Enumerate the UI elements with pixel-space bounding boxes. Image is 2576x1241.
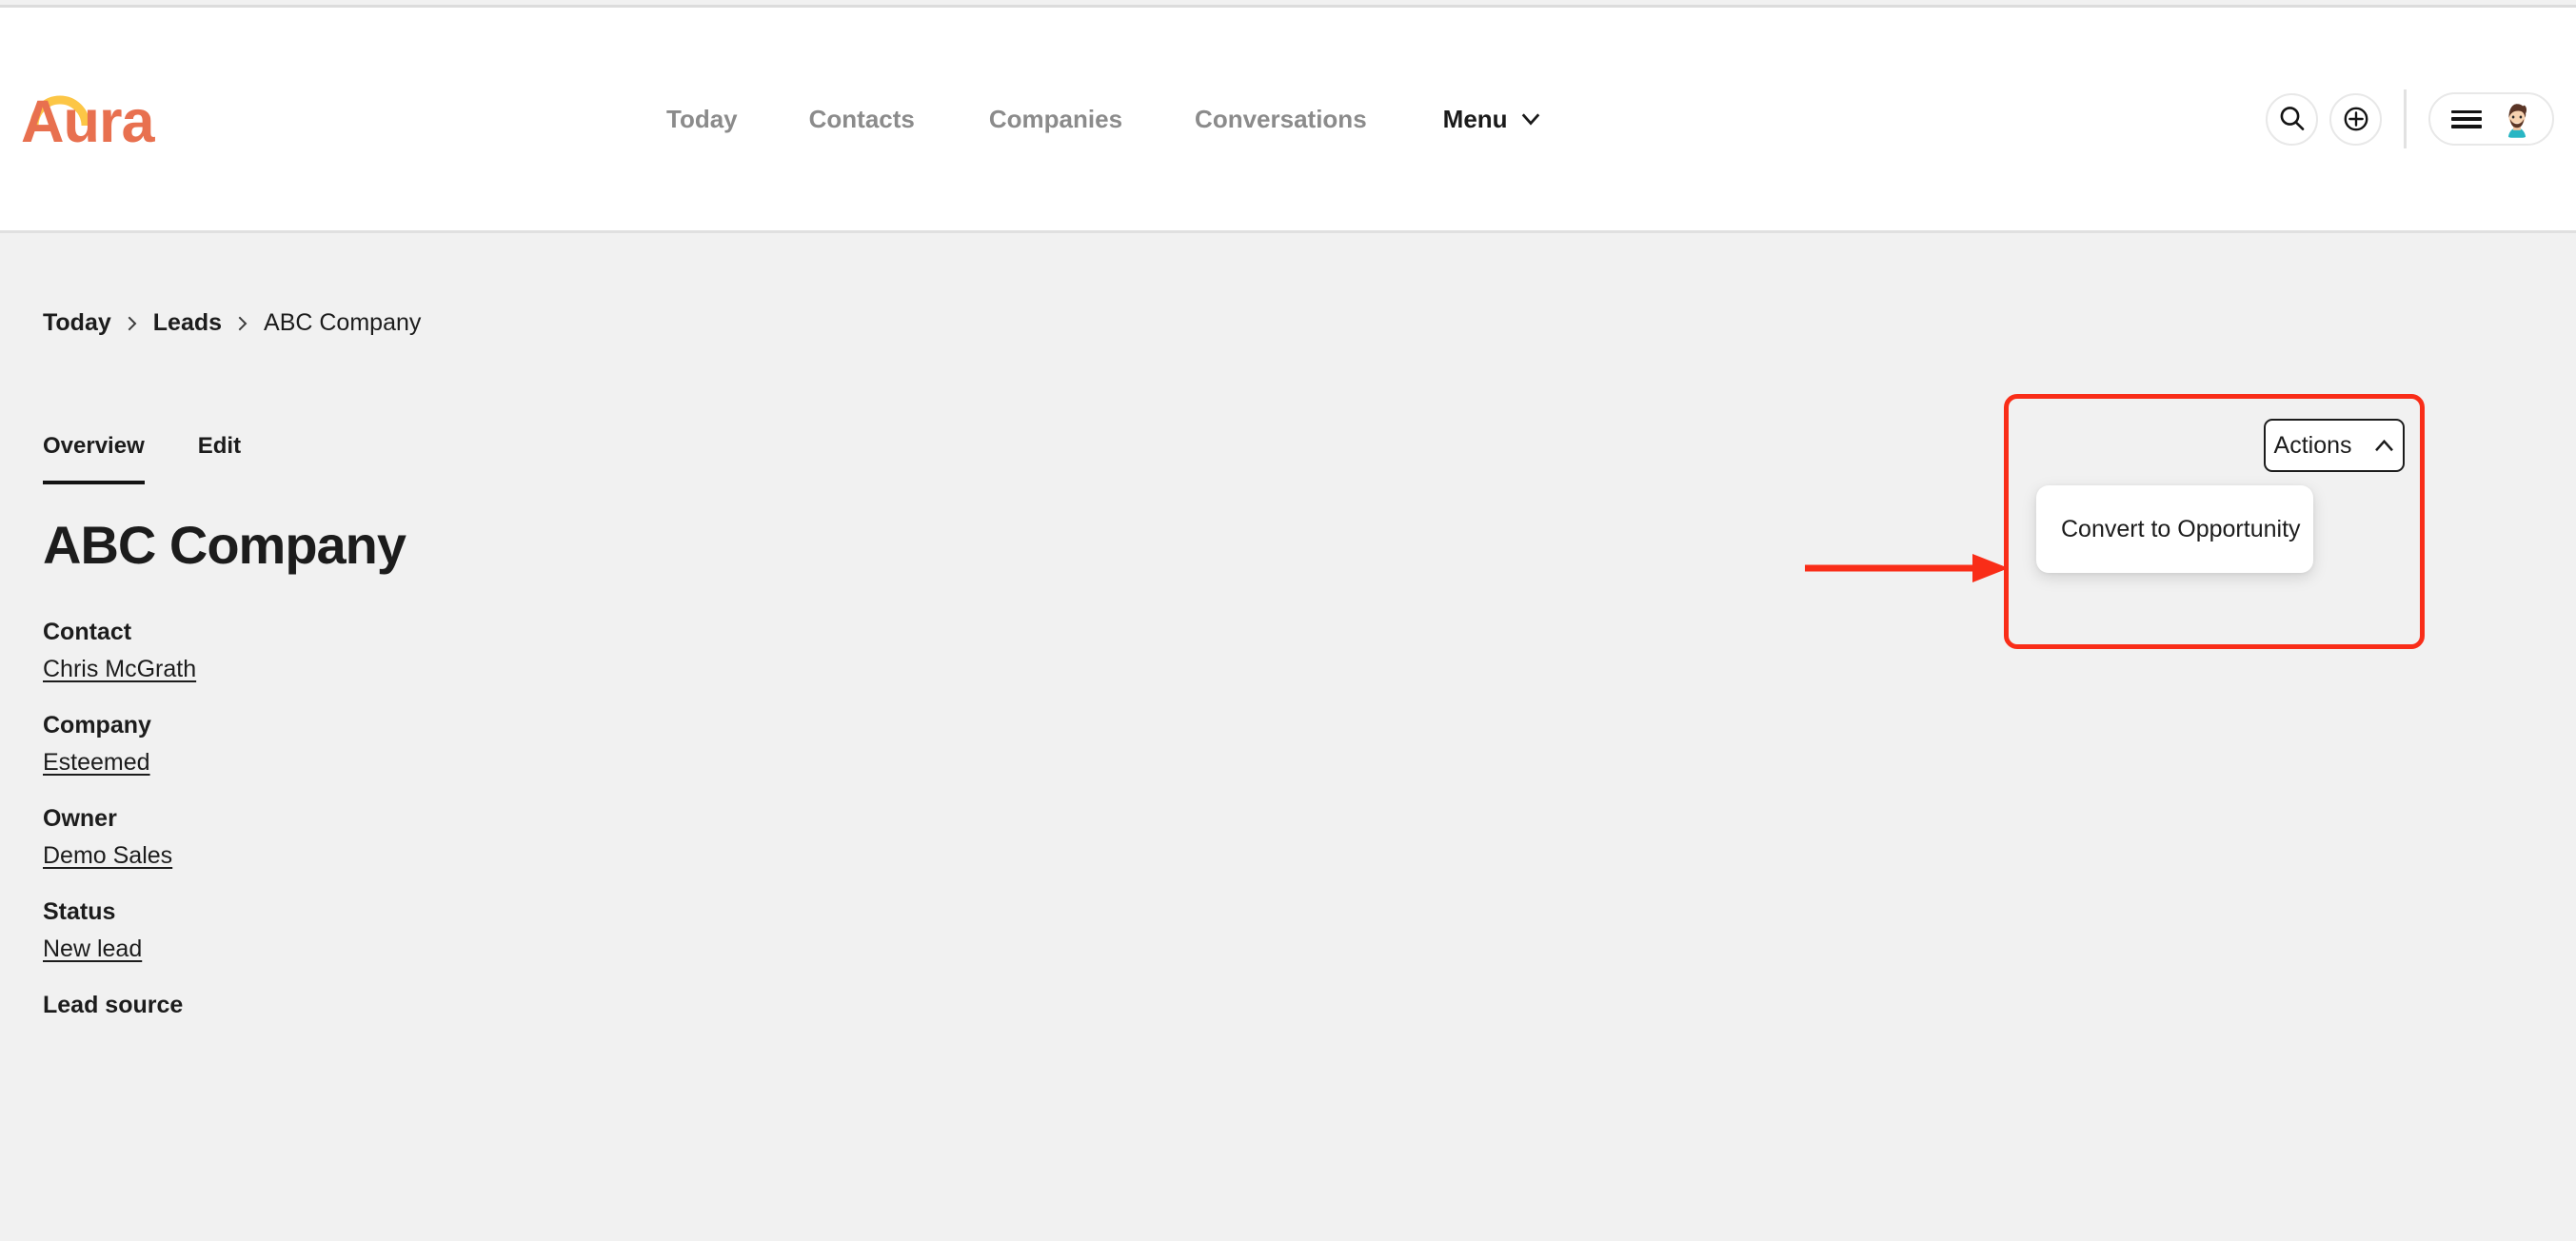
field-value-owner[interactable]: Demo Sales <box>43 842 172 870</box>
right-arrow-annotation <box>1805 554 2009 582</box>
field-label: Owner <box>43 805 117 832</box>
actions-button[interactable]: Actions <box>2264 419 2405 472</box>
field-label: Status <box>43 898 116 925</box>
field-value-status[interactable]: New lead <box>43 936 142 963</box>
breadcrumb: Today Leads ABC Company <box>43 309 421 337</box>
chevron-right-icon <box>128 316 137 330</box>
field-status: Status New lead <box>43 898 804 963</box>
field-label: Contact <box>43 619 132 645</box>
main-navigation: Today Contacts Companies Conversations M… <box>666 8 1541 230</box>
nav-item-conversations[interactable]: Conversations <box>1195 95 1367 144</box>
chevron-up-icon <box>2374 439 2393 451</box>
search-icon <box>2280 107 2304 130</box>
nav-item-menu-label: Menu <box>1442 104 1508 133</box>
field-company: Company Esteemed <box>43 712 804 777</box>
hamburger-menu-icon[interactable] <box>2451 109 2482 128</box>
menu-item-convert-to-opportunity[interactable]: Convert to Opportunity <box>2036 516 2326 543</box>
avatar-illustration <box>2497 99 2537 139</box>
actions-dropdown-container: Actions <box>2264 419 2405 472</box>
actions-button-label: Actions <box>2273 431 2352 459</box>
field-contact: Contact Chris McGrath <box>43 619 804 683</box>
record-tabs: Overview Edit <box>43 433 241 484</box>
breadcrumb-item-today[interactable]: Today <box>43 309 111 337</box>
aura-logo[interactable]: Aura <box>21 76 183 164</box>
field-lead-source: Lead source <box>43 992 804 1019</box>
header-actions <box>2266 8 2554 230</box>
chevron-right-icon <box>238 316 248 330</box>
header-divider <box>2404 89 2407 148</box>
avatar[interactable] <box>2497 99 2537 139</box>
aura-logo-text: Aura <box>21 89 155 155</box>
nav-item-contacts[interactable]: Contacts <box>809 95 915 144</box>
nav-item-menu[interactable]: Menu <box>1443 95 1541 144</box>
tab-overview[interactable]: Overview <box>43 433 145 484</box>
field-owner: Owner Demo Sales <box>43 805 804 870</box>
search-button[interactable] <box>2266 92 2318 146</box>
user-menu-button[interactable] <box>2428 92 2554 146</box>
actions-dropdown-menu: Convert to Opportunity <box>2036 485 2313 573</box>
nav-item-companies[interactable]: Companies <box>989 95 1122 144</box>
app-header: Aura Today Contacts Companies Conversati… <box>0 8 2576 233</box>
plus-circle-icon <box>2344 107 2368 131</box>
field-value-contact[interactable]: Chris McGrath <box>43 656 196 683</box>
field-label: Company <box>43 712 151 739</box>
breadcrumb-item-leads[interactable]: Leads <box>153 309 222 337</box>
field-value-company[interactable]: Esteemed <box>43 749 150 777</box>
add-button[interactable] <box>2329 92 2382 146</box>
record-details: Contact Chris McGrath Company Esteemed O… <box>43 619 804 1048</box>
nav-item-today[interactable]: Today <box>666 95 738 144</box>
field-label: Lead source <box>43 992 184 1018</box>
breadcrumb-item-current: ABC Company <box>264 309 422 336</box>
tab-edit[interactable]: Edit <box>198 433 241 484</box>
chevron-down-icon <box>1521 113 1539 126</box>
page-title: ABC Company <box>43 515 406 575</box>
